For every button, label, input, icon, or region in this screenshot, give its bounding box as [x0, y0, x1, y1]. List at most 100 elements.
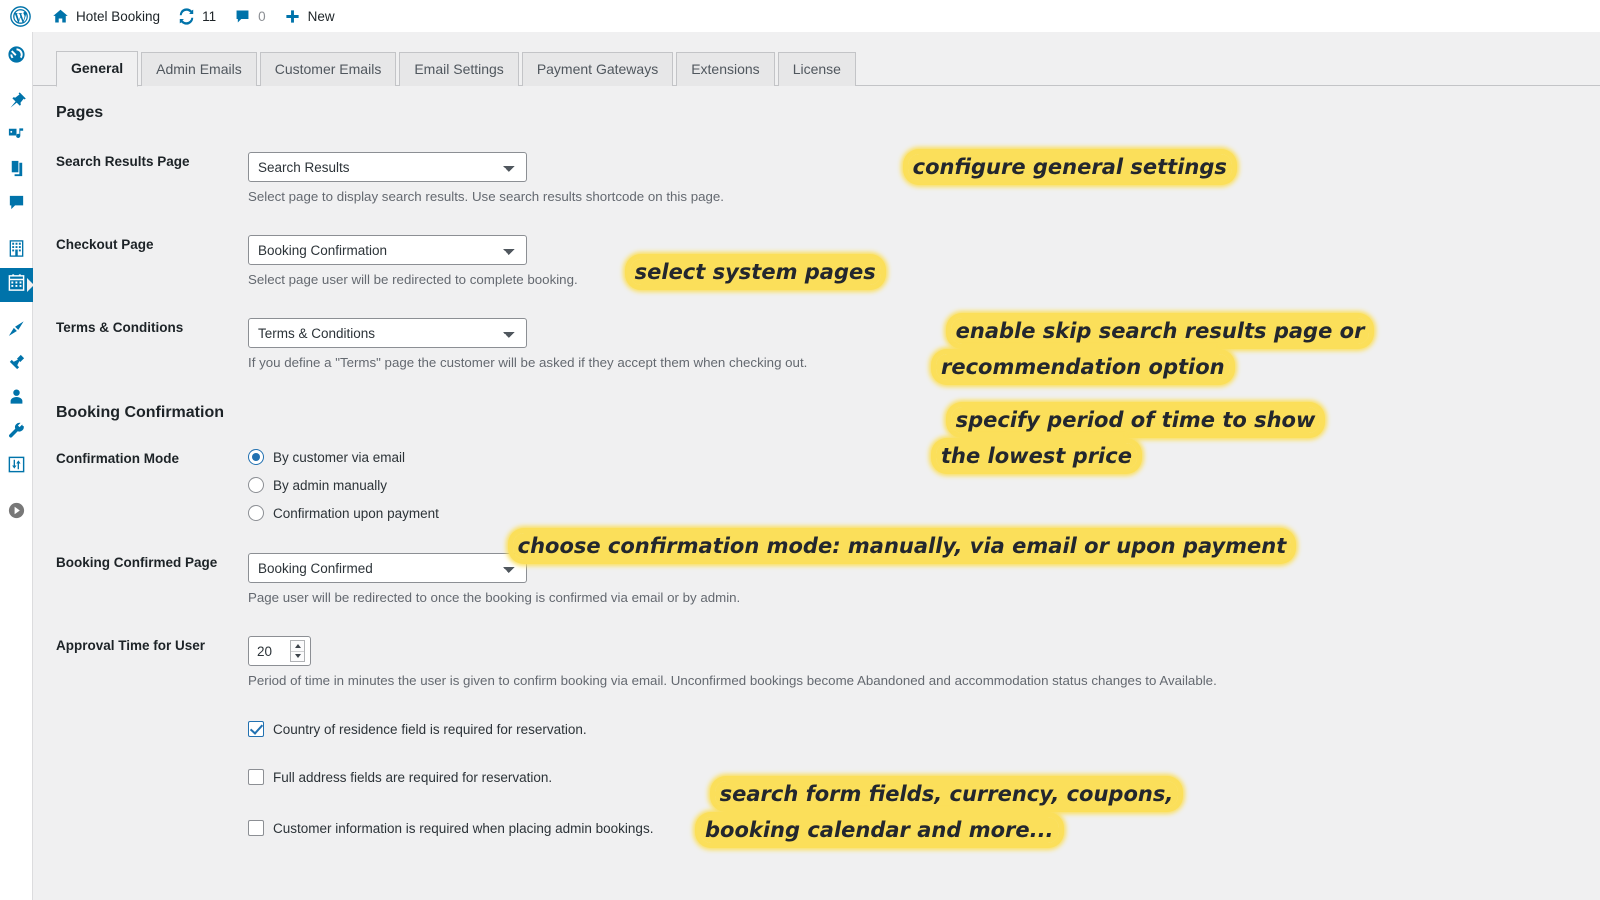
- row-search-results-page: Search Results Page Search Results Selec…: [33, 152, 1600, 206]
- sidebar-item-comments[interactable]: [0, 188, 33, 222]
- row-customer-info-checkbox: Customer information is required when pl…: [33, 820, 1600, 836]
- radio-label-confirmation-upon-payment: Confirmation upon payment: [273, 505, 439, 521]
- country-required-checkbox-row[interactable]: Country of residence field is required f…: [248, 721, 1600, 737]
- approval-time-spinner[interactable]: [290, 640, 305, 662]
- tab-payment-gateways[interactable]: Payment Gateways: [521, 52, 674, 86]
- sidebar-item-plugins[interactable]: [0, 348, 33, 382]
- tab-extensions[interactable]: Extensions: [676, 52, 775, 86]
- sidebar-item-settings[interactable]: [0, 450, 33, 484]
- new-content-label: New: [307, 8, 335, 24]
- sidebar-item-appearance[interactable]: [0, 314, 33, 348]
- dashboard-icon: [7, 45, 26, 69]
- row-terms-conditions: Terms & Conditions Terms & Conditions If…: [33, 318, 1600, 372]
- sidebar-item-pages[interactable]: [0, 154, 33, 188]
- sidebar-item-dashboard[interactable]: [0, 40, 33, 74]
- row-country-required-checkbox: Country of residence field is required f…: [33, 721, 1600, 737]
- full-address-checkbox-row[interactable]: Full address fields are required for res…: [248, 769, 1600, 785]
- booking-confirmed-page-description: Page user will be redirected to once the…: [248, 590, 741, 605]
- search-results-page-select[interactable]: Search Results: [248, 152, 527, 182]
- booking-confirmation-section-title: Booking Confirmation: [56, 404, 224, 421]
- radio-label-by-customer-via-email: By customer via email: [273, 449, 406, 465]
- row-approval-time: Approval Time for User Period of time in…: [33, 636, 1600, 690]
- sidebar-item-media[interactable]: [0, 120, 33, 154]
- row-full-address-checkbox: Full address fields are required for res…: [33, 769, 1600, 785]
- plus-icon: [284, 8, 301, 25]
- checkout-page-select[interactable]: Booking Confirmation: [248, 235, 527, 265]
- radio-label-by-admin-manually: By admin manually: [273, 477, 388, 493]
- sidebar-item-tools[interactable]: [0, 416, 33, 450]
- terms-conditions-description: If you define a "Terms" page the custome…: [248, 355, 808, 370]
- general-settings-form: Pages Search Results Page Search Results…: [33, 104, 1600, 836]
- site-name-menu[interactable]: Hotel Booking: [43, 0, 169, 32]
- confirmation-mode-option-confirmation-upon-payment[interactable]: Confirmation upon payment: [248, 505, 1600, 521]
- checkbox-label-customer-information-required: Customer information is required when pl…: [273, 820, 654, 836]
- pages-section-title: Pages: [56, 104, 104, 121]
- checkout-page-label: Checkout Page: [56, 237, 154, 252]
- row-checkout-page: Checkout Page Booking Confirmation Selec…: [33, 235, 1600, 289]
- checkbox-customer-information-required[interactable]: [248, 820, 264, 836]
- sidebar-item-accommodations[interactable]: [0, 234, 33, 268]
- radio-by-customer-via-email[interactable]: [248, 449, 264, 465]
- sidebar-item-users[interactable]: [0, 382, 33, 416]
- spinner-up-icon[interactable]: [291, 641, 304, 652]
- sidebar-item-posts[interactable]: [0, 86, 33, 120]
- approval-time-input[interactable]: [249, 638, 289, 664]
- comments-count: 0: [258, 8, 266, 24]
- users-icon: [7, 387, 26, 411]
- customer-info-checkbox-row[interactable]: Customer information is required when pl…: [248, 820, 1600, 836]
- building-accommodations-icon: [7, 239, 26, 263]
- admin-bar: Hotel Booking 11 0 New: [0, 0, 1600, 32]
- booking-confirmed-page-select[interactable]: Booking Confirmed: [248, 553, 527, 583]
- row-confirmation-mode: Confirmation Mode By customer via email …: [33, 449, 1600, 521]
- tab-general[interactable]: General: [56, 51, 139, 87]
- admin-sidebar-menu: [0, 32, 34, 900]
- home-icon: [52, 8, 69, 25]
- comments-icon: [7, 193, 26, 217]
- search-results-page-description: Select page to display search results. U…: [248, 189, 724, 204]
- wordpress-logo-icon: [10, 5, 31, 27]
- content-area: General Admin Emails Customer Emails Ema…: [33, 32, 1600, 900]
- radio-confirmation-upon-payment[interactable]: [248, 505, 264, 521]
- updates-count: 11: [202, 8, 217, 24]
- calendar-bookings-icon: [7, 273, 26, 297]
- checkbox-full-address-required[interactable]: [248, 769, 264, 785]
- row-booking-confirmed-page: Booking Confirmed Page Booking Confirmed…: [33, 553, 1600, 607]
- appearance-brush-icon: [7, 319, 26, 343]
- tools-wrench-icon: [7, 421, 26, 445]
- comments-button[interactable]: 0: [225, 0, 275, 32]
- plugins-plug-icon: [7, 353, 26, 377]
- radio-by-admin-manually[interactable]: [248, 477, 264, 493]
- tab-admin-emails[interactable]: Admin Emails: [141, 52, 257, 86]
- confirmation-mode-option-by-customer-via-email[interactable]: By customer via email: [248, 449, 1600, 465]
- tab-license[interactable]: License: [777, 52, 856, 86]
- updates-sync-icon: [178, 7, 195, 25]
- confirmation-mode-option-by-admin-manually[interactable]: By admin manually: [248, 477, 1600, 493]
- tab-customer-emails[interactable]: Customer Emails: [259, 52, 397, 86]
- wordpress-logo-button[interactable]: [0, 0, 43, 32]
- checkout-page-description: Select page user will be redirected to c…: [248, 272, 578, 287]
- settings-tabs-bar: General Admin Emails Customer Emails Ema…: [33, 50, 1600, 87]
- sidebar-item-collapse-menu[interactable]: [0, 496, 33, 530]
- approval-time-label: Approval Time for User: [56, 638, 206, 653]
- tab-email-settings[interactable]: Email Settings: [399, 52, 519, 86]
- search-results-page-label: Search Results Page: [56, 154, 190, 169]
- collapse-menu-icon: [7, 501, 26, 525]
- comment-bubble-icon: [234, 8, 251, 25]
- checkbox-label-country-of-residence-required: Country of residence field is required f…: [273, 721, 587, 737]
- checkbox-label-full-address-required: Full address fields are required for res…: [273, 769, 553, 785]
- confirmation-mode-label: Confirmation Mode: [56, 451, 179, 466]
- approval-time-description: Period of time in minutes the user is gi…: [248, 673, 1217, 688]
- booking-confirmed-page-label: Booking Confirmed Page: [56, 555, 218, 570]
- settings-sliders-icon: [7, 455, 26, 479]
- pages-icon: [7, 159, 26, 183]
- spinner-down-icon[interactable]: [291, 652, 304, 662]
- new-content-button[interactable]: New: [275, 0, 344, 32]
- pin-posts-icon: [7, 91, 26, 115]
- checkbox-country-of-residence-required[interactable]: [248, 721, 264, 737]
- site-name-label: Hotel Booking: [76, 8, 161, 24]
- terms-conditions-select[interactable]: Terms & Conditions: [248, 318, 527, 348]
- approval-time-stepper[interactable]: [248, 636, 311, 666]
- updates-button[interactable]: 11: [169, 0, 225, 32]
- sidebar-item-bookings[interactable]: [0, 268, 34, 302]
- media-icon: [7, 125, 26, 149]
